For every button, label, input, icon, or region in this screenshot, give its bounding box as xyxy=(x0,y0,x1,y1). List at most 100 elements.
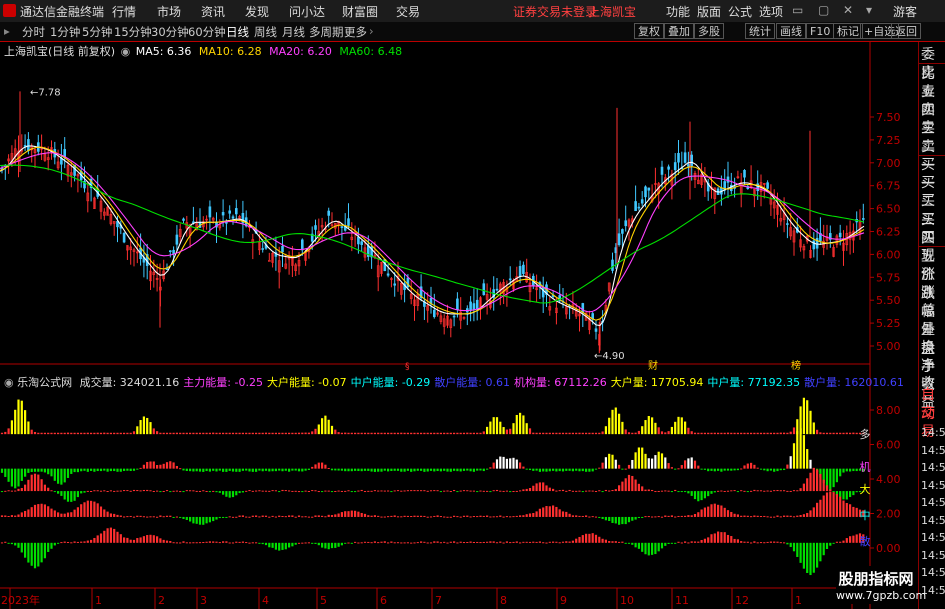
restore-icon[interactable]: ▢ xyxy=(818,3,829,17)
indicator-bar xyxy=(43,542,46,559)
indicator-bar xyxy=(202,432,205,435)
indicator-bar xyxy=(225,541,228,543)
indicator-bar xyxy=(736,514,739,517)
login-notice[interactable]: 证券交易未登录 xyxy=(513,3,597,20)
indicator-bar xyxy=(159,432,162,435)
indicator-bar xyxy=(4,515,7,517)
tab-more[interactable]: 更多 xyxy=(344,24,367,40)
indicator-bar xyxy=(367,515,370,517)
indicator-bar xyxy=(667,431,670,435)
indicator-bar xyxy=(142,489,145,492)
expand-arrow-icon[interactable]: ▸ xyxy=(4,24,10,38)
indicator-bar xyxy=(667,463,670,469)
adjust-button[interactable]: 复权 xyxy=(634,23,664,39)
indicator-bar xyxy=(350,432,353,435)
indicator-bar xyxy=(802,397,805,435)
tab-intraday[interactable]: 分时 xyxy=(22,24,45,40)
indicator-bar xyxy=(261,515,264,517)
menu-options[interactable]: 选项 xyxy=(759,3,783,20)
indicator-row-label: 大 xyxy=(860,482,871,496)
indicator-bar xyxy=(393,542,396,544)
ma20-label: MA20: 6.20 xyxy=(269,45,332,58)
indicator-bar xyxy=(179,491,182,493)
indicator-bar xyxy=(469,516,472,518)
indicator-bar xyxy=(185,468,188,471)
indicator-bar xyxy=(789,515,792,517)
indicator-bar xyxy=(0,515,4,517)
menu-wealth-circle[interactable]: 财富圈 xyxy=(342,3,378,20)
menu-trade[interactable]: 交易 xyxy=(396,3,420,20)
indicator-bar xyxy=(618,541,621,543)
indicator-bar xyxy=(185,490,188,492)
indicator-bar xyxy=(522,415,525,435)
indicator-bar xyxy=(103,468,106,471)
indicator-bar xyxy=(637,516,640,518)
indicator-bar xyxy=(783,468,786,471)
indicator-bar xyxy=(657,516,660,518)
tab-30min[interactable]: 30分钟 xyxy=(151,24,189,40)
back-button[interactable]: 返回 xyxy=(891,23,921,39)
overlay-button[interactable]: 叠加 xyxy=(664,23,694,39)
indicator-toggle-icon[interactable]: ◉ xyxy=(4,376,14,389)
menu-function[interactable]: 功能 xyxy=(666,3,690,20)
menu-icon[interactable]: ▾ xyxy=(866,3,872,17)
close-icon[interactable]: ✕ xyxy=(843,3,853,17)
indicator-bar xyxy=(479,515,482,517)
indicator-value-4: 散户能量: 0.61 xyxy=(434,376,511,389)
indicator-axis-label: 0.00 xyxy=(876,542,901,555)
indicator-bar xyxy=(33,431,37,435)
indicator-bar xyxy=(644,516,647,518)
menu-formula[interactable]: 公式 xyxy=(728,3,752,20)
indicator-bar xyxy=(96,432,99,435)
menu-market[interactable]: 市场 xyxy=(157,3,181,20)
tab-1min[interactable]: 1分钟 xyxy=(50,24,80,40)
minimize-icon[interactable]: ▭ xyxy=(792,3,803,17)
statistics-button[interactable]: 统计 xyxy=(745,23,775,39)
indicator-bar xyxy=(301,516,304,518)
menu-market-quotes[interactable]: 行情 xyxy=(112,3,136,20)
indicator-bar xyxy=(264,468,268,471)
indicator-bar xyxy=(796,490,799,492)
f10-button[interactable]: F10 xyxy=(806,23,835,39)
indicator-bar xyxy=(532,432,535,435)
indicator-bar xyxy=(129,490,132,492)
draw-line-button[interactable]: 画线 xyxy=(776,23,806,39)
tab-multi-period[interactable]: 多周期 xyxy=(309,24,344,40)
indicator-bar xyxy=(641,516,644,518)
indicator-bar xyxy=(228,542,231,544)
tab-weekly[interactable]: 周线 xyxy=(254,24,277,40)
indicator-bar xyxy=(545,432,548,435)
indicator-bar xyxy=(806,542,809,573)
multi-stock-button[interactable]: 多股 xyxy=(694,23,724,39)
indicator-name[interactable]: 乐淘公式网 xyxy=(17,376,72,389)
tab-60min[interactable]: 60分钟 xyxy=(188,24,226,40)
indicator-bar xyxy=(558,468,561,472)
indicator-bar xyxy=(637,483,640,492)
chart-area[interactable]: ←7.78 ←4.90 财 榜 § 多机大中散 7.50 7.25 7.00 6.75 6.50… xyxy=(0,42,918,609)
indicator-bar xyxy=(459,516,462,518)
menu-ask[interactable]: 问小达 xyxy=(289,3,325,20)
indicator-bar xyxy=(271,542,274,548)
tab-5min[interactable]: 5分钟 xyxy=(82,24,112,40)
menu-layout[interactable]: 版面 xyxy=(697,3,721,20)
menu-discover[interactable]: 发现 xyxy=(245,3,269,20)
indicator-bar xyxy=(413,515,416,517)
indicator-bar xyxy=(763,542,766,544)
tab-daily[interactable]: 日线 xyxy=(226,24,249,40)
tab-monthly[interactable]: 月线 xyxy=(282,24,305,40)
price-axis-label: 5.50 xyxy=(876,294,901,307)
menu-news[interactable]: 资讯 xyxy=(201,3,225,20)
tab-15min[interactable]: 15分钟 xyxy=(114,24,152,40)
indicator-bar xyxy=(849,491,852,498)
indicator-bar xyxy=(548,541,551,543)
indicator-bar xyxy=(618,464,621,469)
indicator-bar xyxy=(99,506,103,517)
mark-button[interactable]: 标记 xyxy=(833,23,863,39)
indicator-bar xyxy=(291,468,294,471)
collapse-icon[interactable]: ◉ xyxy=(121,45,131,58)
indicator-bar xyxy=(667,542,670,544)
more-chevron-icon[interactable]: › xyxy=(369,24,374,38)
indicator-bar xyxy=(519,490,522,492)
guest-label[interactable]: 游客 xyxy=(893,3,917,20)
indicator-bar xyxy=(545,468,548,472)
